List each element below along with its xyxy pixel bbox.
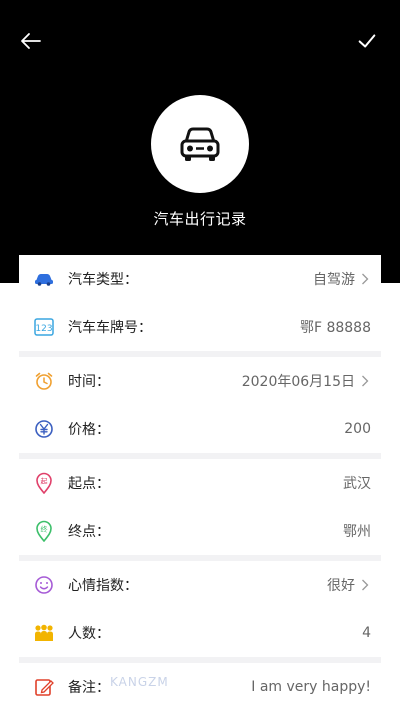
start-pin-icon: 起	[33, 472, 55, 494]
end-value: 鄂州	[343, 524, 371, 540]
row-mood[interactable]: 心情指数： 很好	[19, 561, 381, 609]
note-value: I am very happy!	[251, 679, 371, 695]
form-group-mood-people: 心情指数： 很好 人数： 4	[19, 561, 381, 657]
form-group-vehicle: 汽车类型： 自驾游 123 汽车车牌号： 鄂F 88888	[19, 255, 381, 351]
row-label: 终点：	[68, 524, 110, 540]
row-value: I am very happy!	[251, 679, 371, 695]
row-value: 4	[362, 625, 371, 641]
row-start[interactable]: 起 起点： 武汉	[19, 459, 381, 507]
confirm-button[interactable]	[354, 28, 380, 54]
end-pin-icon: 终	[33, 520, 55, 542]
row-label: 价格：	[68, 422, 110, 438]
watermark: KANGZM	[110, 675, 169, 689]
smiley-icon	[33, 574, 55, 596]
row-label: 人数：	[68, 626, 110, 642]
row-value: 武汉	[343, 473, 371, 493]
row-label: 心情指数：	[68, 578, 138, 594]
row-value: 2020年06月15日	[242, 371, 371, 391]
hero-car-circle	[151, 95, 249, 193]
license-plate-value: 鄂F 88888	[299, 320, 371, 336]
chevron-right-icon	[359, 577, 371, 593]
car-type-value: 自驾游	[313, 272, 355, 288]
note-edit-icon	[33, 676, 55, 698]
form-group-note: 备注： I am very happy!	[19, 663, 381, 710]
page-title: 汽车出行记录	[153, 210, 247, 228]
form-group-route: 起 起点： 武汉 终 终点： 鄂州	[19, 459, 381, 555]
row-people[interactable]: 人数： 4	[19, 609, 381, 657]
arrow-left-icon	[21, 33, 41, 49]
header-bar: 汽车出行记录	[0, 0, 400, 283]
yen-icon	[33, 418, 55, 440]
checkmark-icon	[358, 34, 376, 48]
svg-text:终: 终	[41, 525, 48, 534]
row-license-plate[interactable]: 123 汽车车牌号： 鄂F 88888	[19, 303, 381, 351]
row-label: 汽车车牌号：	[68, 320, 152, 336]
car-icon	[180, 127, 220, 161]
people-icon	[33, 622, 55, 644]
row-price[interactable]: 价格： 200	[19, 405, 381, 453]
chevron-right-icon	[359, 373, 371, 389]
row-label: 时间：	[68, 374, 110, 390]
start-value: 武汉	[343, 476, 371, 492]
back-button[interactable]	[18, 28, 44, 54]
price-value: 200	[344, 421, 371, 437]
date-value: 2020年06月15日	[241, 374, 355, 390]
mood-value: 很好	[327, 578, 355, 594]
row-value: 鄂F 88888	[300, 317, 371, 337]
row-value: 自驾游	[313, 269, 371, 289]
car-type-icon	[33, 268, 55, 290]
row-label: 备注：	[68, 680, 110, 696]
row-time[interactable]: 时间： 2020年06月15日	[19, 357, 381, 405]
row-value: 200	[344, 421, 371, 437]
row-end[interactable]: 终 终点： 鄂州	[19, 507, 381, 555]
form-card: 汽车类型： 自驾游 123 汽车车牌号： 鄂F 88888 时间： 2020年0…	[19, 255, 381, 710]
row-note[interactable]: 备注： I am very happy!	[19, 663, 381, 710]
chevron-right-icon	[359, 271, 371, 287]
row-car-type[interactable]: 汽车类型： 自驾游	[19, 255, 381, 303]
svg-text:123: 123	[35, 324, 52, 334]
people-value: 4	[362, 625, 371, 641]
alarm-clock-icon	[33, 370, 55, 392]
row-label: 起点：	[68, 476, 110, 492]
row-label: 汽车类型：	[68, 272, 138, 288]
form-group-time-price: 时间： 2020年06月15日 价格： 200	[19, 357, 381, 453]
row-value: 很好	[327, 575, 371, 595]
license-plate-icon: 123	[33, 316, 55, 338]
row-value: 鄂州	[343, 521, 371, 541]
svg-text:起: 起	[41, 478, 48, 486]
